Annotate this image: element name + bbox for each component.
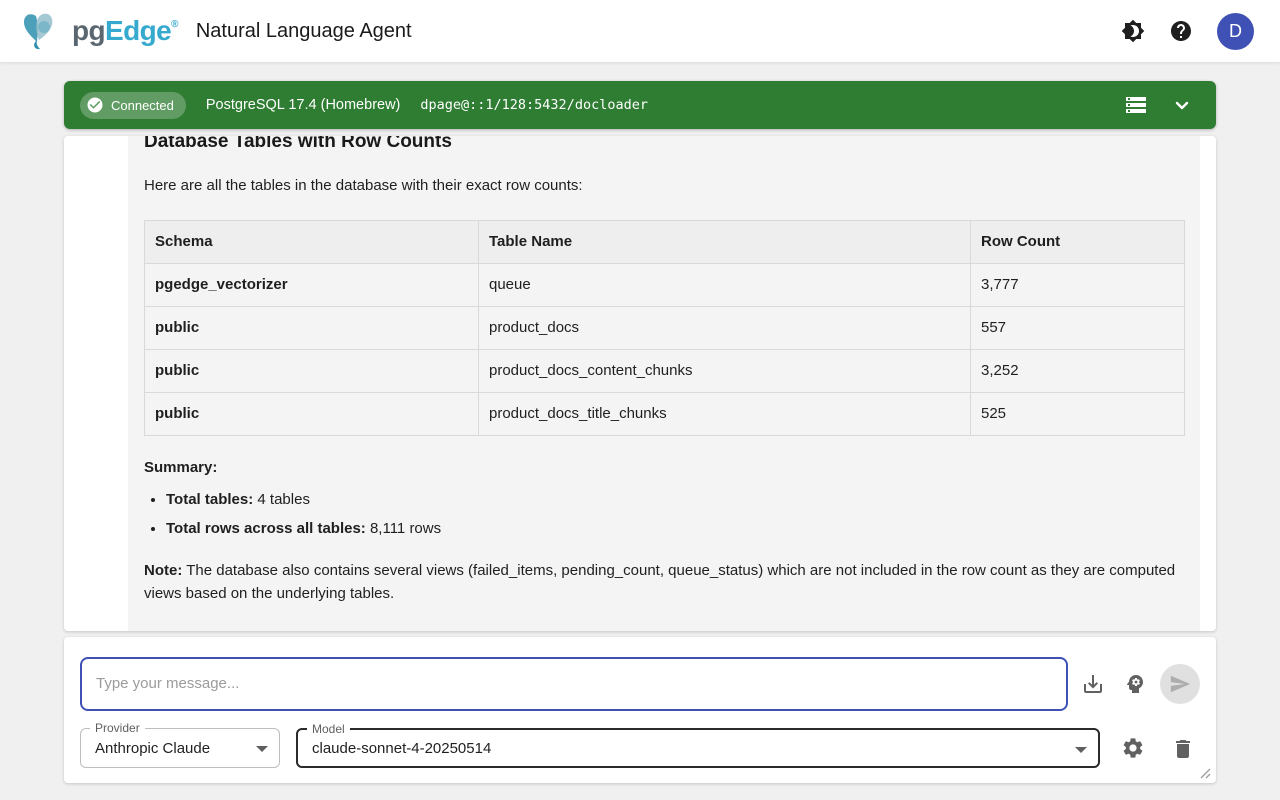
model-select[interactable]: Model claude-sonnet-4-20250514 (296, 728, 1100, 768)
dark-mode-icon (1121, 19, 1145, 43)
dark-mode-toggle-button[interactable] (1121, 19, 1145, 43)
help-icon (1169, 19, 1193, 43)
assistant-message-bubble: Database Tables with Row Counts Here are… (128, 136, 1200, 631)
user-avatar[interactable]: D (1217, 13, 1254, 50)
column-header-row-count: Row Count (971, 221, 1185, 264)
schema-cell: public (145, 350, 479, 393)
summary-heading: Summary: (144, 458, 1184, 478)
clear-chat-button[interactable] (1171, 737, 1195, 761)
pgedge-logo: pgEdge® (22, 10, 178, 52)
bullet-value: 4 tables (253, 491, 310, 508)
connected-status-label: Connected (111, 98, 174, 113)
download-icon (1081, 672, 1105, 696)
schema-cell: public (145, 307, 479, 350)
psychology-icon (1123, 672, 1147, 696)
model-select-value: claude-sonnet-4-20250514 (312, 730, 491, 766)
table-name-cell: product_docs (479, 307, 971, 350)
provider-select[interactable]: Provider Anthropic Claude (80, 728, 280, 768)
provider-select-value: Anthropic Claude (95, 729, 210, 767)
row-count-cell: 3,252 (971, 350, 1185, 393)
app-header: pgEdge® Natural Language Agent D (0, 0, 1280, 63)
table-header-row: Schema Table Name Row Count (145, 221, 1185, 264)
pgedge-logo-icon (22, 10, 70, 52)
table-name-cell: product_docs_content_chunks (479, 350, 971, 393)
check-circle-icon (86, 96, 104, 114)
message-heading: Database Tables with Row Counts (144, 136, 1184, 154)
gear-icon (1121, 736, 1145, 760)
chat-history-panel: Database Tables with Row Counts Here are… (64, 136, 1216, 631)
schema-cell: public (145, 393, 479, 436)
table-row: pgedge_vectorizer queue 3,777 (145, 264, 1185, 307)
connected-status-badge: Connected (80, 92, 186, 119)
column-header-schema: Schema (145, 221, 479, 264)
composer-panel: Provider Anthropic Claude Model claude-s… (64, 637, 1216, 783)
row-count-cell: 557 (971, 307, 1185, 350)
help-button[interactable] (1169, 19, 1193, 43)
settings-button[interactable] (1121, 736, 1145, 760)
table-row: public product_docs_content_chunks 3,252 (145, 350, 1185, 393)
server-version-label: PostgreSQL 17.4 (Homebrew) (206, 97, 401, 113)
chevron-down-icon (1170, 93, 1194, 117)
resize-handle[interactable] (1200, 768, 1211, 779)
table-row: public product_docs 557 (145, 307, 1185, 350)
message-intro-text: Here are all the tables in the database … (144, 176, 1184, 196)
table-name-cell: queue (479, 264, 971, 307)
table-row: public product_docs_title_chunks 525 (145, 393, 1185, 436)
table-name-cell: product_docs_title_chunks (479, 393, 971, 436)
database-list-button[interactable] (1124, 93, 1148, 117)
summary-list: Total tables: 4 tables Total rows across… (144, 490, 1184, 539)
list-item: Total tables: 4 tables (166, 490, 1184, 510)
send-icon (1169, 673, 1191, 695)
column-header-table-name: Table Name (479, 221, 971, 264)
message-input[interactable] (80, 657, 1068, 711)
connection-expand-button[interactable] (1170, 93, 1194, 117)
row-count-cell: 3,777 (971, 264, 1185, 307)
schema-cell: pgedge_vectorizer (145, 264, 479, 307)
storage-icon (1124, 93, 1148, 117)
row-counts-table: Schema Table Name Row Count pgedge_vecto… (144, 220, 1185, 436)
list-item: Total rows across all tables: 8,111 rows (166, 519, 1184, 539)
bullet-label: Total rows across all tables: (166, 520, 366, 537)
download-button[interactable] (1081, 672, 1105, 696)
bullet-value: 8,111 rows (366, 520, 441, 537)
row-count-cell: 525 (971, 393, 1185, 436)
send-button[interactable] (1160, 664, 1200, 704)
bullet-label: Total tables: (166, 491, 253, 508)
chevron-down-icon (256, 746, 268, 752)
connection-status-bar[interactable]: Connected PostgreSQL 17.4 (Homebrew) dpa… (64, 81, 1216, 129)
note-label: Note: (144, 562, 182, 579)
pgedge-logo-text: pgEdge® (72, 15, 178, 47)
page-title: Natural Language Agent (196, 20, 412, 43)
connection-string-label: dpage@::1/128:5432/docloader (420, 97, 648, 113)
trash-icon (1171, 737, 1195, 761)
reasoning-button[interactable] (1123, 672, 1147, 696)
chevron-down-icon (1075, 747, 1087, 753)
note-paragraph: Note: The database also contains several… (144, 559, 1184, 605)
note-text: The database also contains several views… (144, 562, 1175, 602)
